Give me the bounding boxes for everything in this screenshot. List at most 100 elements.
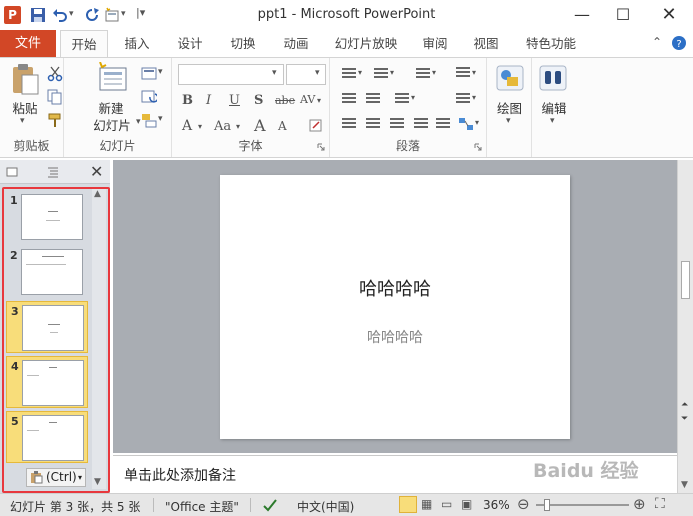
close-icon[interactable]: ✕ <box>654 4 684 26</box>
bold-icon[interactable]: B <box>182 93 193 108</box>
new-slide-dropdown-icon[interactable]: ▾ <box>136 117 141 127</box>
clear-formatting-icon[interactable] <box>308 118 324 134</box>
tab-insert[interactable]: 插入 <box>115 30 159 57</box>
layout-icon[interactable] <box>141 66 157 82</box>
character-spacing-dropdown-icon[interactable]: ▾ <box>317 96 321 105</box>
maximize-icon[interactable]: ☐ <box>608 4 638 26</box>
reset-icon[interactable] <box>141 89 157 105</box>
language-status[interactable]: 中文(中国) <box>297 498 354 515</box>
slide-sorter-icon[interactable]: ▦ <box>421 497 432 511</box>
font-size-dropdown-icon[interactable]: ▾ <box>315 68 320 78</box>
scroll-up-icon[interactable]: ▲ <box>94 189 101 199</box>
paste-options-button[interactable]: (Ctrl) ▾ <box>26 468 86 487</box>
paste-icon[interactable] <box>10 63 40 95</box>
numbering-icon[interactable] <box>374 68 388 80</box>
file-tab[interactable]: 文件 <box>0 30 56 57</box>
paste-label[interactable]: 粘贴 <box>8 98 42 117</box>
numbering-dropdown-icon[interactable]: ▾ <box>390 68 394 77</box>
vertical-scrollbar[interactable]: ⏶ ⏷ ▼ <box>677 160 693 493</box>
decrease-indent-icon[interactable] <box>342 93 356 105</box>
scroll-thumb[interactable] <box>681 261 690 299</box>
collapse-ribbon-icon[interactable]: ⌃ <box>652 35 662 49</box>
font-name-combo[interactable] <box>178 64 284 85</box>
notes-placeholder[interactable]: 单击此处添加备注 <box>124 465 236 485</box>
thumbnails-scrollbar[interactable]: ▲ ▼ <box>92 189 106 489</box>
tab-slideshow[interactable]: 幻灯片放映 <box>327 30 405 57</box>
italic-icon[interactable]: I <box>206 93 211 108</box>
align-right-icon[interactable] <box>390 118 404 130</box>
slide-thumbnail-4[interactable]: 4 <box>6 356 88 408</box>
grow-font-icon[interactable]: A <box>254 116 266 135</box>
align-left-icon[interactable] <box>342 118 356 130</box>
font-size-combo[interactable] <box>286 64 326 85</box>
fit-to-window-icon[interactable]: ⛶ <box>655 496 665 512</box>
font-color-dropdown-icon[interactable]: ▾ <box>198 122 202 131</box>
scroll-down-icon[interactable]: ▼ <box>681 480 688 490</box>
theme-status[interactable]: "Office 主题" <box>165 498 239 515</box>
reading-view-icon[interactable]: ▭ <box>441 497 452 511</box>
slide-thumbnail-3[interactable]: 3 <box>6 301 88 353</box>
change-case-dropdown-icon[interactable]: ▾ <box>236 122 240 131</box>
paste-dropdown-icon[interactable]: ▾ <box>20 116 25 126</box>
bullets-dropdown-icon[interactable]: ▾ <box>358 68 362 77</box>
next-slide-icon[interactable]: ⏷ <box>681 414 688 424</box>
normal-view-icon[interactable] <box>399 496 417 513</box>
copy-icon[interactable] <box>47 89 63 105</box>
text-direction-dropdown-icon[interactable]: ▾ <box>472 68 476 77</box>
justify-icon[interactable] <box>414 118 428 130</box>
line-spacing-icon[interactable] <box>416 68 430 80</box>
spell-check-icon[interactable] <box>262 497 278 513</box>
format-painter-icon[interactable] <box>47 113 63 129</box>
change-case-icon[interactable]: Aa <box>214 119 231 134</box>
drawing-label[interactable]: 绘图 <box>487 98 532 117</box>
shadow-icon[interactable]: S <box>254 93 263 108</box>
tab-special-features[interactable]: 特色功能 <box>516 30 586 57</box>
editing-label[interactable]: 编辑 <box>532 98 576 117</box>
close-pane-icon[interactable]: ✕ <box>90 162 103 181</box>
slide-subtitle[interactable]: 哈哈哈哈 <box>220 327 570 347</box>
drawing-dropdown-icon[interactable]: ▾ <box>506 116 511 126</box>
help-icon[interactable]: ? <box>671 35 687 51</box>
text-direction-icon[interactable] <box>456 67 470 79</box>
tab-animations[interactable]: 动画 <box>274 30 318 57</box>
outline-tab-icon[interactable] <box>47 166 59 178</box>
zoom-in-icon[interactable]: ⊕ <box>633 495 646 513</box>
section-dropdown-icon[interactable]: ▾ <box>158 114 163 124</box>
increase-indent-icon[interactable] <box>366 93 380 105</box>
tab-review[interactable]: 审阅 <box>413 30 457 57</box>
line-spacing-dropdown-icon[interactable]: ▾ <box>432 68 436 77</box>
slide-thumbnail-1[interactable]: 1 <box>6 191 88 243</box>
zoom-level[interactable]: 36% <box>483 498 510 512</box>
character-spacing-icon[interactable]: AV <box>300 93 315 106</box>
distributed-icon[interactable] <box>436 118 450 130</box>
layout-dropdown-icon[interactable]: ▾ <box>158 67 163 77</box>
smartart-dropdown-icon[interactable]: ▾ <box>475 118 479 127</box>
section-icon[interactable] <box>141 113 157 129</box>
align-center-icon[interactable] <box>366 118 380 130</box>
scroll-down-icon[interactable]: ▼ <box>94 477 101 487</box>
slideshow-view-icon[interactable]: ▣ <box>461 497 472 511</box>
zoom-out-icon[interactable]: ⊖ <box>517 495 530 513</box>
zoom-slider-handle[interactable] <box>544 499 550 511</box>
new-slide-large-icon[interactable] <box>96 62 128 92</box>
new-slide-label-line2[interactable]: 幻灯片 <box>84 115 140 134</box>
columns-icon[interactable] <box>395 93 409 105</box>
tab-design[interactable]: 设计 <box>168 30 212 57</box>
font-color-icon[interactable]: A <box>182 118 192 134</box>
editing-dropdown-icon[interactable]: ▾ <box>550 116 555 126</box>
previous-slide-icon[interactable]: ⏶ <box>681 400 688 410</box>
tab-view[interactable]: 视图 <box>464 30 508 57</box>
drawing-shapes-icon[interactable] <box>495 64 525 92</box>
slides-tab-icon[interactable] <box>6 166 18 178</box>
minimize-icon[interactable]: — <box>567 4 597 26</box>
columns-dropdown-icon[interactable]: ▾ <box>411 93 415 102</box>
bullets-icon[interactable] <box>342 68 356 80</box>
convert-to-smartart-icon[interactable] <box>458 116 474 132</box>
strikethrough-icon[interactable]: abe <box>275 94 295 107</box>
tab-transitions[interactable]: 切换 <box>221 30 265 57</box>
align-text-icon[interactable] <box>456 93 470 105</box>
tab-home[interactable]: 开始 <box>60 30 108 58</box>
underline-icon[interactable]: U <box>229 93 240 108</box>
align-text-dropdown-icon[interactable]: ▾ <box>472 93 476 102</box>
cut-icon[interactable] <box>47 66 63 82</box>
